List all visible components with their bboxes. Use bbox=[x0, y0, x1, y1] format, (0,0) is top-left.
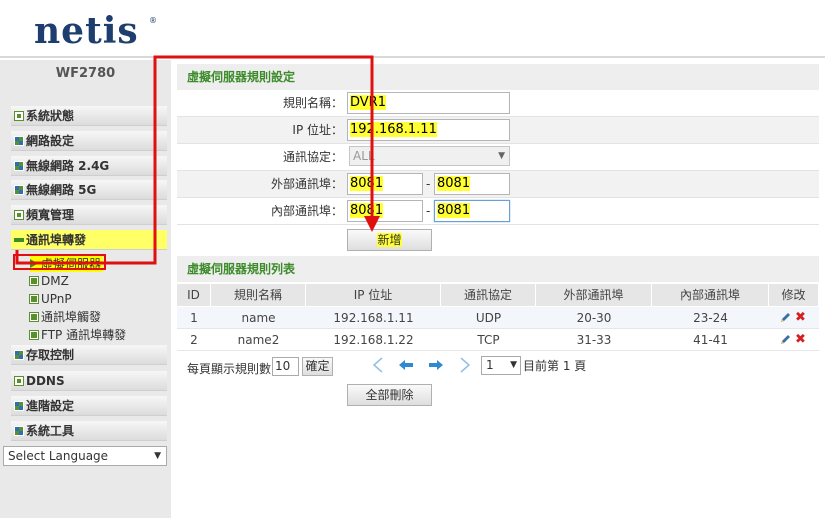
external-port-end-input[interactable]: 8081 bbox=[434, 173, 510, 195]
submenu-upnp[interactable]: UPnP bbox=[29, 291, 72, 307]
cell-ip: 192.168.1.11 bbox=[333, 311, 414, 325]
cell-internal-port: 41-41 bbox=[693, 333, 728, 347]
language-select[interactable]: Select Language ▼ bbox=[3, 446, 167, 466]
menu-wireless-5g[interactable]: 無線網路 5G bbox=[11, 180, 167, 200]
submenu-virtual-server[interactable]: 虛擬伺服器 bbox=[30, 256, 104, 272]
submenu-dmz[interactable]: DMZ bbox=[29, 273, 69, 289]
menu-access-control[interactable]: 存取控制 bbox=[11, 345, 167, 365]
column-header-protocol: 通訊協定 bbox=[441, 284, 536, 306]
cell-internal-port: 23-24 bbox=[693, 311, 728, 325]
ip-input[interactable]: 192.168.1.11 bbox=[347, 119, 510, 141]
external-port-row: 外部通訊埠： 8081 - 8081 bbox=[177, 171, 819, 198]
menu-port-forwarding[interactable]: 通訊埠轉發 bbox=[11, 230, 167, 250]
form-section-title: 虛擬伺服器規則設定 bbox=[177, 64, 819, 90]
protocol-row: 通訊協定： ALL ▼ bbox=[177, 144, 819, 171]
grid-icon bbox=[14, 161, 24, 171]
internal-port-start-input[interactable]: 8081 bbox=[347, 200, 423, 222]
internal-port-row: 內部通訊埠： 8081 - 8081 bbox=[177, 198, 819, 225]
menu-system-status[interactable]: 系統狀態 bbox=[11, 106, 167, 126]
rule-name-input[interactable]: DVR1 bbox=[347, 92, 510, 114]
per-page-label: 每頁顯示規則數 bbox=[187, 362, 272, 376]
range-separator: - bbox=[426, 204, 431, 218]
router-admin-page: netis ® WF2780 系統狀態 網路設定 無線網路 2.4G 無線網路 … bbox=[0, 0, 825, 518]
ip-row: IP 位址： 192.168.1.11 bbox=[177, 117, 819, 144]
ip-label: IP 位址： bbox=[292, 123, 343, 137]
menu-ddns[interactable]: DDNS bbox=[11, 371, 167, 391]
column-header-internal-port: 內部通訊埠 bbox=[652, 284, 769, 306]
rule-name-label: 規則名稱： bbox=[282, 96, 343, 110]
model-name: WF2780 bbox=[55, 66, 116, 81]
cell-protocol: UDP bbox=[475, 311, 502, 325]
column-header-external-port: 外部通訊埠 bbox=[536, 284, 652, 306]
internal-port-end-input[interactable]: 8081 bbox=[434, 200, 510, 222]
table-row: 1 name 192.168.1.11 UDP 20-30 23-24 ✖ bbox=[177, 307, 819, 329]
confirm-button[interactable]: 確定 bbox=[302, 357, 333, 376]
header: netis ® bbox=[0, 0, 825, 58]
cell-ip: 192.168.1.22 bbox=[333, 333, 414, 347]
next-page-icon[interactable] bbox=[427, 355, 445, 375]
cell-external-port: 20-30 bbox=[576, 311, 612, 325]
square-icon bbox=[29, 276, 39, 286]
protocol-label: 通訊協定： bbox=[282, 150, 343, 164]
dot-square-icon bbox=[14, 376, 24, 386]
list-section-title: 虛擬伺服器規則列表 bbox=[177, 256, 819, 282]
cell-id: 2 bbox=[190, 333, 198, 347]
submenu-ftp-forwarding[interactable]: FTP 通訊埠轉發 bbox=[29, 327, 126, 343]
external-port-start-input[interactable]: 8081 bbox=[347, 173, 423, 195]
grid-icon bbox=[14, 350, 24, 360]
grid-icon bbox=[14, 185, 24, 195]
range-separator: - bbox=[426, 177, 431, 191]
table-row: 2 name2 192.168.1.22 TCP 31-33 41-41 ✖ bbox=[177, 329, 819, 351]
chevron-down-icon: ▼ bbox=[154, 451, 161, 461]
grid-icon bbox=[14, 136, 24, 146]
external-port-label: 外部通訊埠： bbox=[270, 177, 343, 191]
menu-wireless-24g[interactable]: 無線網路 2.4G bbox=[11, 156, 167, 176]
page-select[interactable]: 1 ▼ bbox=[481, 356, 521, 375]
grid-icon bbox=[14, 426, 24, 436]
first-page-icon[interactable] bbox=[370, 355, 386, 375]
dot-square-icon bbox=[14, 210, 24, 220]
per-page-input[interactable]: 10 bbox=[272, 357, 299, 376]
menu-network-settings[interactable]: 網路設定 bbox=[11, 131, 167, 151]
last-page-icon[interactable] bbox=[457, 355, 473, 375]
cell-name: name bbox=[241, 311, 276, 325]
grid-icon bbox=[14, 401, 24, 411]
cell-id: 1 bbox=[190, 311, 198, 325]
play-arrow-icon bbox=[30, 259, 38, 268]
menu-bandwidth[interactable]: 頻寬管理 bbox=[11, 205, 167, 225]
square-icon bbox=[29, 312, 39, 322]
cell-name: name2 bbox=[237, 333, 280, 347]
square-icon bbox=[29, 330, 39, 340]
menu-advanced[interactable]: 進階設定 bbox=[11, 396, 167, 416]
minus-icon bbox=[14, 238, 24, 242]
menu-system-tools[interactable]: 系統工具 bbox=[11, 421, 167, 441]
internal-port-label: 內部通訊埠： bbox=[270, 204, 343, 218]
page-info: 目前第 1 頁 bbox=[523, 359, 587, 373]
column-header-ip: IP 位址 bbox=[306, 284, 441, 306]
cell-protocol: TCP bbox=[477, 333, 500, 347]
sidebar: WF2780 系統狀態 網路設定 無線網路 2.4G 無線網路 5G 頻寬管理 … bbox=[0, 60, 171, 518]
square-icon bbox=[29, 294, 39, 304]
chevron-down-icon: ▼ bbox=[510, 360, 517, 370]
column-header-id: ID bbox=[177, 284, 211, 306]
cell-external-port: 31-33 bbox=[576, 333, 612, 347]
delete-x-icon[interactable]: ✖ bbox=[795, 333, 806, 346]
netis-logo: netis bbox=[34, 10, 139, 52]
chevron-down-icon: ▼ bbox=[498, 151, 505, 161]
dot-square-icon bbox=[14, 111, 24, 121]
pencil-icon[interactable] bbox=[780, 334, 791, 345]
delete-x-icon[interactable]: ✖ bbox=[795, 311, 806, 324]
registered-mark: ® bbox=[149, 16, 157, 25]
prev-page-icon[interactable] bbox=[397, 355, 415, 375]
delete-all-button[interactable]: 全部刪除 bbox=[347, 384, 432, 406]
add-button[interactable]: 新增 bbox=[347, 229, 432, 251]
submenu-port-trigger[interactable]: 通訊埠觸發 bbox=[29, 309, 101, 325]
column-header-name: 規則名稱 bbox=[211, 284, 306, 306]
pencil-icon[interactable] bbox=[780, 312, 791, 323]
rule-name-row: 規則名稱： DVR1 bbox=[177, 90, 819, 117]
protocol-select[interactable]: ALL ▼ bbox=[349, 146, 510, 166]
column-header-edit: 修改 bbox=[769, 284, 819, 306]
table-header: ID 規則名稱 IP 位址 通訊協定 外部通訊埠 內部通訊埠 修改 bbox=[177, 284, 819, 306]
